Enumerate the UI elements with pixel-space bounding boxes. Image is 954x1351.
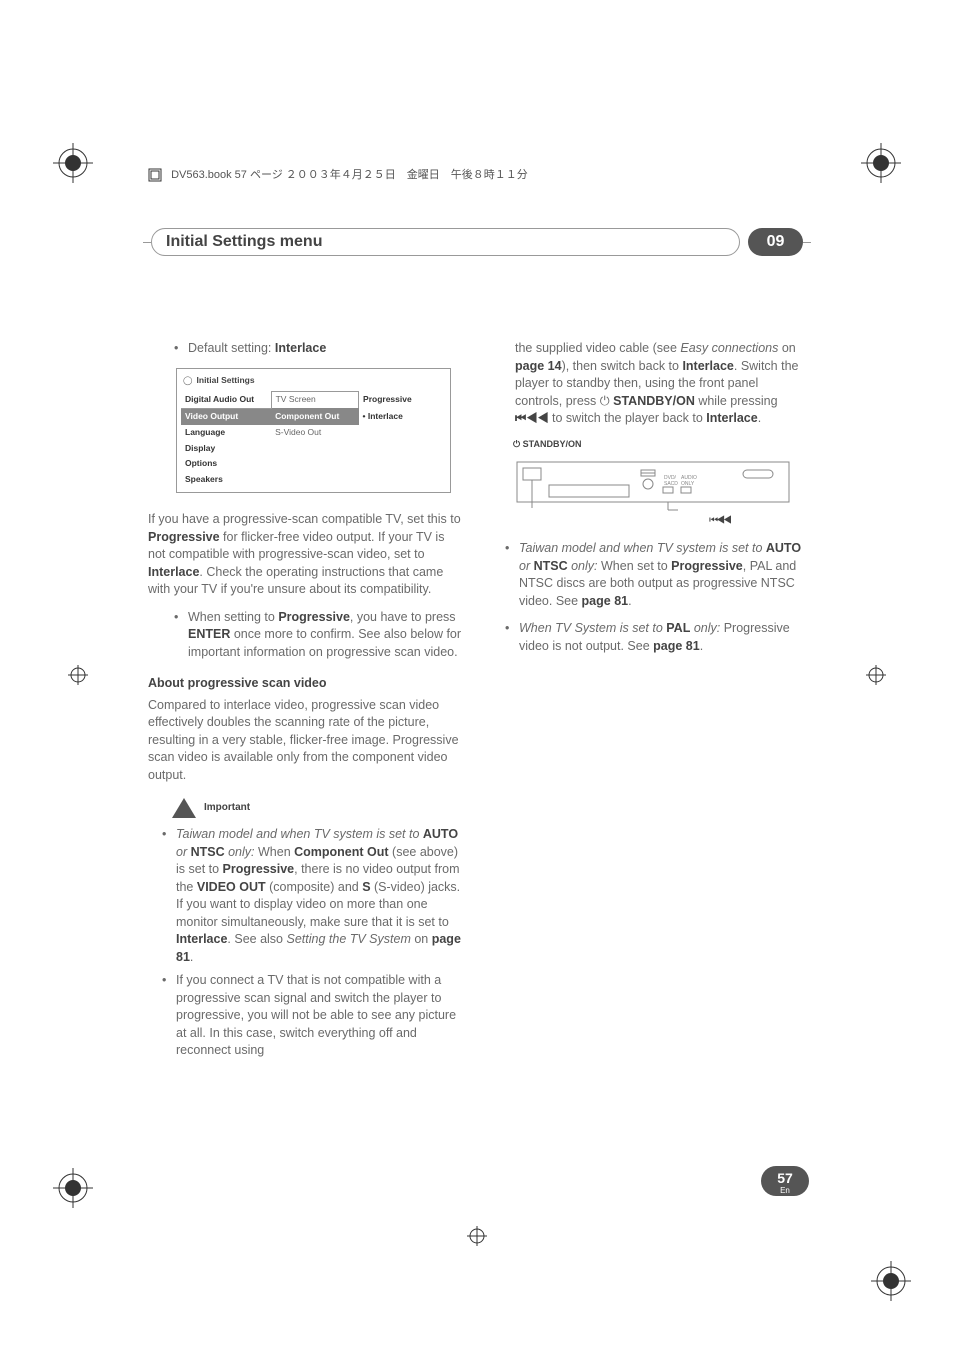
default-setting-label: Default setting: [188, 341, 271, 355]
panel-cell: TV Screen [271, 392, 358, 408]
side-mark-left [68, 665, 88, 690]
panel-cell: Video Output [181, 408, 271, 424]
prev-icon: ⏮◀◀ [515, 411, 549, 425]
page-title-bar: Initial Settings menu [151, 228, 740, 256]
panel-cell: Language [181, 425, 271, 441]
page-lang: En [761, 1187, 809, 1195]
settings-panel: ◯ Initial Settings Digital Audio OutTV S… [176, 368, 451, 494]
page-number: 57 [761, 1169, 809, 1187]
file-header-meta: DV563.book 57 ページ ２００３年４月２５日 金曜日 午後８時１１分 [147, 166, 528, 183]
panel-title-text: Initial Settings [197, 375, 255, 387]
svg-text:ONLY: ONLY [681, 481, 695, 487]
important-bullet: Taiwan model and when TV system is set t… [176, 826, 463, 966]
bottom-mark [467, 1226, 487, 1251]
sub-bullet: When setting to Progressive, you have to… [188, 609, 463, 662]
left-column: • Default setting: Interlace ◯ Initial S… [148, 340, 463, 1066]
paragraph: If you have a progressive-scan compatibl… [148, 511, 463, 599]
important-callout: Important [172, 798, 463, 818]
file-header-text: DV563.book 57 ページ ２００３年４月２５日 金曜日 午後８時１１分 [171, 169, 528, 181]
standby-icon: ⏻ [600, 394, 610, 408]
spiral-icon: ◯ [183, 375, 193, 387]
registration-mark-bl [53, 1138, 123, 1208]
panel-cell: Component Out [271, 408, 358, 424]
page-number-badge: 57 En [761, 1166, 809, 1196]
panel-cell: Options [181, 456, 271, 472]
default-setting-value: Interlace [275, 341, 326, 355]
important-label: Important [204, 801, 250, 815]
front-panel-diagram: ⏻ STANDBY/ON DVD/ SACD AUDIO ONLY ⏮◀◀ [513, 438, 806, 529]
panel-cell: Progressive [359, 392, 446, 408]
chapter-number: 09 [767, 233, 785, 251]
paragraph: Compared to interlace video, progressive… [148, 697, 463, 785]
important-bullet: If you connect a TV that is not compatib… [176, 972, 463, 1060]
note-bullet: When TV System is set to PAL only: Progr… [519, 620, 806, 655]
panel-cell: Digital Audio Out [181, 392, 271, 408]
note-bullet: Taiwan model and when TV system is set t… [519, 540, 806, 610]
page-title: Initial Settings menu [166, 233, 322, 251]
svg-text:SACD: SACD [664, 481, 678, 487]
panel-cell [359, 425, 446, 441]
side-mark-right [866, 665, 886, 690]
panel-cell: Display [181, 441, 271, 457]
right-column: the supplied video cable (see Easy conne… [491, 340, 806, 1066]
registration-mark-tr [831, 143, 901, 213]
page-header: Initial Settings menu 09 [143, 228, 811, 256]
continuation-para: the supplied video cable (see Easy conne… [491, 340, 806, 428]
subheading: About progressive scan video [148, 675, 463, 693]
warning-icon [172, 798, 196, 818]
panel-cell: • Interlace [359, 408, 446, 424]
prev-track-icon-label: ⏮◀◀ [513, 514, 806, 528]
registration-mark-br [841, 1231, 911, 1301]
panel-cell: S-Video Out [271, 425, 358, 441]
chapter-badge: 09 [748, 228, 803, 256]
panel-cell: Speakers [181, 472, 271, 488]
registration-mark-tl [53, 143, 123, 213]
